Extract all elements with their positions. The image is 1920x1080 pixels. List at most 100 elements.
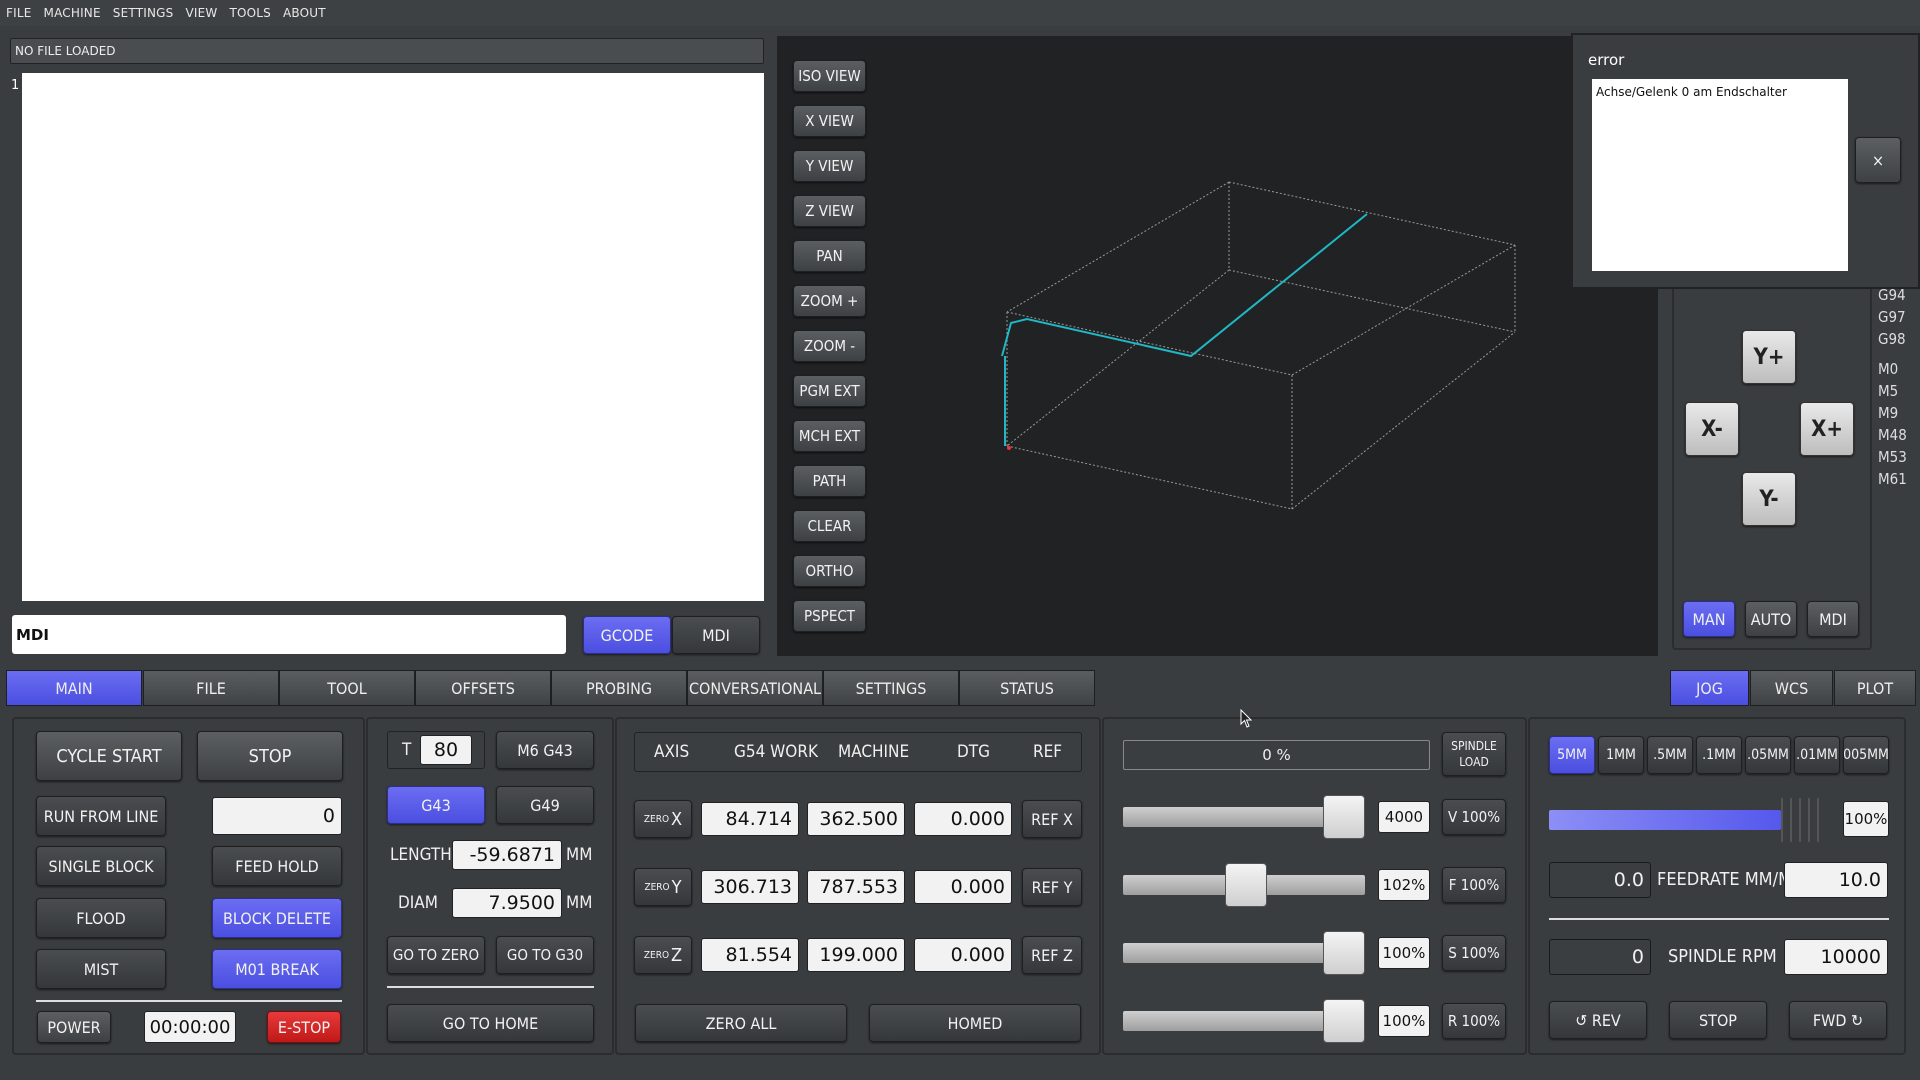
override-slider-rapid2[interactable]: [1123, 999, 1365, 1043]
menu-settings[interactable]: SETTINGS: [113, 6, 174, 20]
block-delete-button[interactable]: BLOCK DELETE: [212, 898, 342, 938]
mode-man-button[interactable]: MAN: [1683, 601, 1735, 637]
increment-001mm[interactable]: .01MM: [1794, 736, 1840, 774]
menu-file[interactable]: FILE: [6, 6, 32, 20]
mch-ext-button[interactable]: MCH EXT: [793, 420, 866, 452]
zero-x-button[interactable]: ZERO X: [634, 800, 692, 838]
mdi-input[interactable]: MDI: [12, 615, 566, 654]
override-slider-rapid[interactable]: [1123, 795, 1365, 839]
gcode-editor[interactable]: [22, 73, 764, 601]
tab-status[interactable]: STATUS: [959, 670, 1095, 706]
spindle-rpm-setpoint[interactable]: 10000: [1784, 939, 1888, 975]
mode-mdi-button[interactable]: MDI: [1807, 601, 1859, 637]
jog-rate-slider[interactable]: [1549, 798, 1825, 842]
estop-button[interactable]: E-STOP: [267, 1011, 341, 1043]
feed-hold-button[interactable]: FEED HOLD: [212, 846, 342, 886]
g43-button[interactable]: G43: [387, 786, 485, 824]
spindle-rev-button[interactable]: ↺ REV: [1549, 1001, 1647, 1039]
3d-viewport[interactable]: [777, 36, 1658, 656]
pspect-button[interactable]: PSPECT: [793, 600, 866, 632]
menu-view[interactable]: VIEW: [185, 6, 217, 20]
tab-settings[interactable]: SETTINGS: [823, 670, 959, 706]
dro-header-dtg: DTG: [957, 742, 990, 762]
iso-view-button[interactable]: ISO VIEW: [793, 60, 866, 92]
go-to-home-button[interactable]: GO TO HOME: [387, 1004, 594, 1042]
run-from-line-button[interactable]: RUN FROM LINE: [36, 796, 166, 836]
jog-x-plus-button[interactable]: X+: [1800, 402, 1854, 456]
m6-g43-button[interactable]: M6 G43: [496, 731, 594, 769]
mist-button[interactable]: MIST: [36, 949, 166, 989]
go-to-zero-button[interactable]: GO TO ZERO: [387, 936, 485, 974]
spindle-fwd-button[interactable]: FWD ↻: [1789, 1001, 1887, 1039]
tool-number-input[interactable]: 80: [420, 735, 472, 765]
increment-5mm[interactable]: 5MM: [1549, 736, 1595, 774]
velocity-reset-button[interactable]: V 100%: [1442, 799, 1506, 835]
override-thumb-rapid2[interactable]: [1323, 999, 1365, 1043]
ortho-button[interactable]: ORTHO: [793, 555, 866, 587]
zoom-in-button[interactable]: ZOOM +: [793, 285, 866, 317]
m01-break-button[interactable]: M01 BREAK: [212, 949, 342, 989]
x-view-button[interactable]: X VIEW: [793, 105, 866, 137]
spindle-load-button[interactable]: SPINDLE LOAD: [1442, 732, 1506, 776]
cycle-start-button[interactable]: CYCLE START: [36, 731, 182, 781]
tab-wcs[interactable]: WCS: [1750, 670, 1833, 706]
pan-button[interactable]: PAN: [793, 240, 866, 272]
tab-offsets[interactable]: OFFSETS: [415, 670, 551, 706]
override-thumb-rapid[interactable]: [1323, 795, 1365, 839]
increment-0005mm[interactable]: 005MM: [1843, 736, 1889, 774]
rapid-override-value: 4000: [1378, 801, 1430, 833]
y-view-button[interactable]: Y VIEW: [793, 150, 866, 182]
jog-rate-handle[interactable]: [1781, 798, 1825, 842]
tab-plot[interactable]: PLOT: [1834, 670, 1916, 706]
jog-y-minus-button[interactable]: Y-: [1742, 472, 1796, 526]
menu-tools[interactable]: TOOLS: [229, 6, 271, 20]
jog-x-minus-button[interactable]: X-: [1685, 402, 1739, 456]
jog-y-plus-button[interactable]: Y+: [1742, 330, 1796, 384]
spindle-stop-button[interactable]: STOP: [1669, 1001, 1767, 1039]
menu-machine[interactable]: MACHINE: [44, 6, 101, 20]
clear-button[interactable]: CLEAR: [793, 510, 866, 542]
zero-z-button[interactable]: ZERO Z: [634, 936, 692, 974]
ref-x-button[interactable]: REF X: [1022, 800, 1082, 838]
override-slider-feed[interactable]: [1123, 863, 1365, 907]
tab-main[interactable]: MAIN: [6, 670, 142, 706]
override-thumb-feed[interactable]: [1225, 863, 1267, 907]
power-button[interactable]: POWER: [37, 1011, 111, 1043]
rapid-reset-button[interactable]: R 100%: [1442, 1003, 1506, 1039]
menu-about[interactable]: ABOUT: [283, 6, 326, 20]
increment-005mm[interactable]: .05MM: [1745, 736, 1791, 774]
tab-probing[interactable]: PROBING: [551, 670, 687, 706]
close-icon[interactable]: ×: [1855, 137, 1901, 183]
tab-jog[interactable]: JOG: [1670, 670, 1749, 706]
override-slider-spindle[interactable]: [1123, 931, 1365, 975]
gcode-tab-button[interactable]: GCODE: [583, 616, 671, 654]
jog-rate-value: 100%: [1843, 801, 1889, 837]
feed-reset-button[interactable]: F 100%: [1442, 867, 1506, 903]
override-thumb-spindle[interactable]: [1323, 931, 1365, 975]
go-to-g30-button[interactable]: GO TO G30: [496, 936, 594, 974]
z-view-button[interactable]: Z VIEW: [793, 195, 866, 227]
zero-y-button[interactable]: ZERO Y: [634, 868, 692, 906]
spindle-reset-button[interactable]: S 100%: [1442, 935, 1506, 971]
single-block-button[interactable]: SINGLE BLOCK: [36, 846, 166, 886]
tab-conversational[interactable]: CONVERSATIONAL: [687, 670, 823, 706]
pgm-ext-button[interactable]: PGM EXT: [793, 375, 866, 407]
ref-z-button[interactable]: REF Z: [1022, 936, 1082, 974]
increment-1mm[interactable]: 1MM: [1598, 736, 1644, 774]
zoom-out-button[interactable]: ZOOM -: [793, 330, 866, 362]
zero-all-button[interactable]: ZERO ALL: [635, 1004, 847, 1042]
g49-button[interactable]: G49: [496, 786, 594, 824]
ref-y-button[interactable]: REF Y: [1022, 868, 1082, 906]
increment-05mm[interactable]: .5MM: [1647, 736, 1693, 774]
mode-auto-button[interactable]: AUTO: [1745, 601, 1797, 637]
mdi-tab-button[interactable]: MDI: [672, 616, 760, 654]
flood-button[interactable]: FLOOD: [36, 898, 166, 938]
path-button[interactable]: PATH: [793, 465, 866, 497]
run-from-line-input[interactable]: 0: [212, 797, 342, 835]
tab-file[interactable]: FILE: [143, 670, 279, 706]
tab-tool[interactable]: TOOL: [279, 670, 415, 706]
stop-button[interactable]: STOP: [197, 731, 343, 781]
homed-button[interactable]: HOMED: [869, 1004, 1081, 1042]
feedrate-setpoint[interactable]: 10.0: [1784, 862, 1888, 898]
increment-01mm[interactable]: .1MM: [1696, 736, 1742, 774]
